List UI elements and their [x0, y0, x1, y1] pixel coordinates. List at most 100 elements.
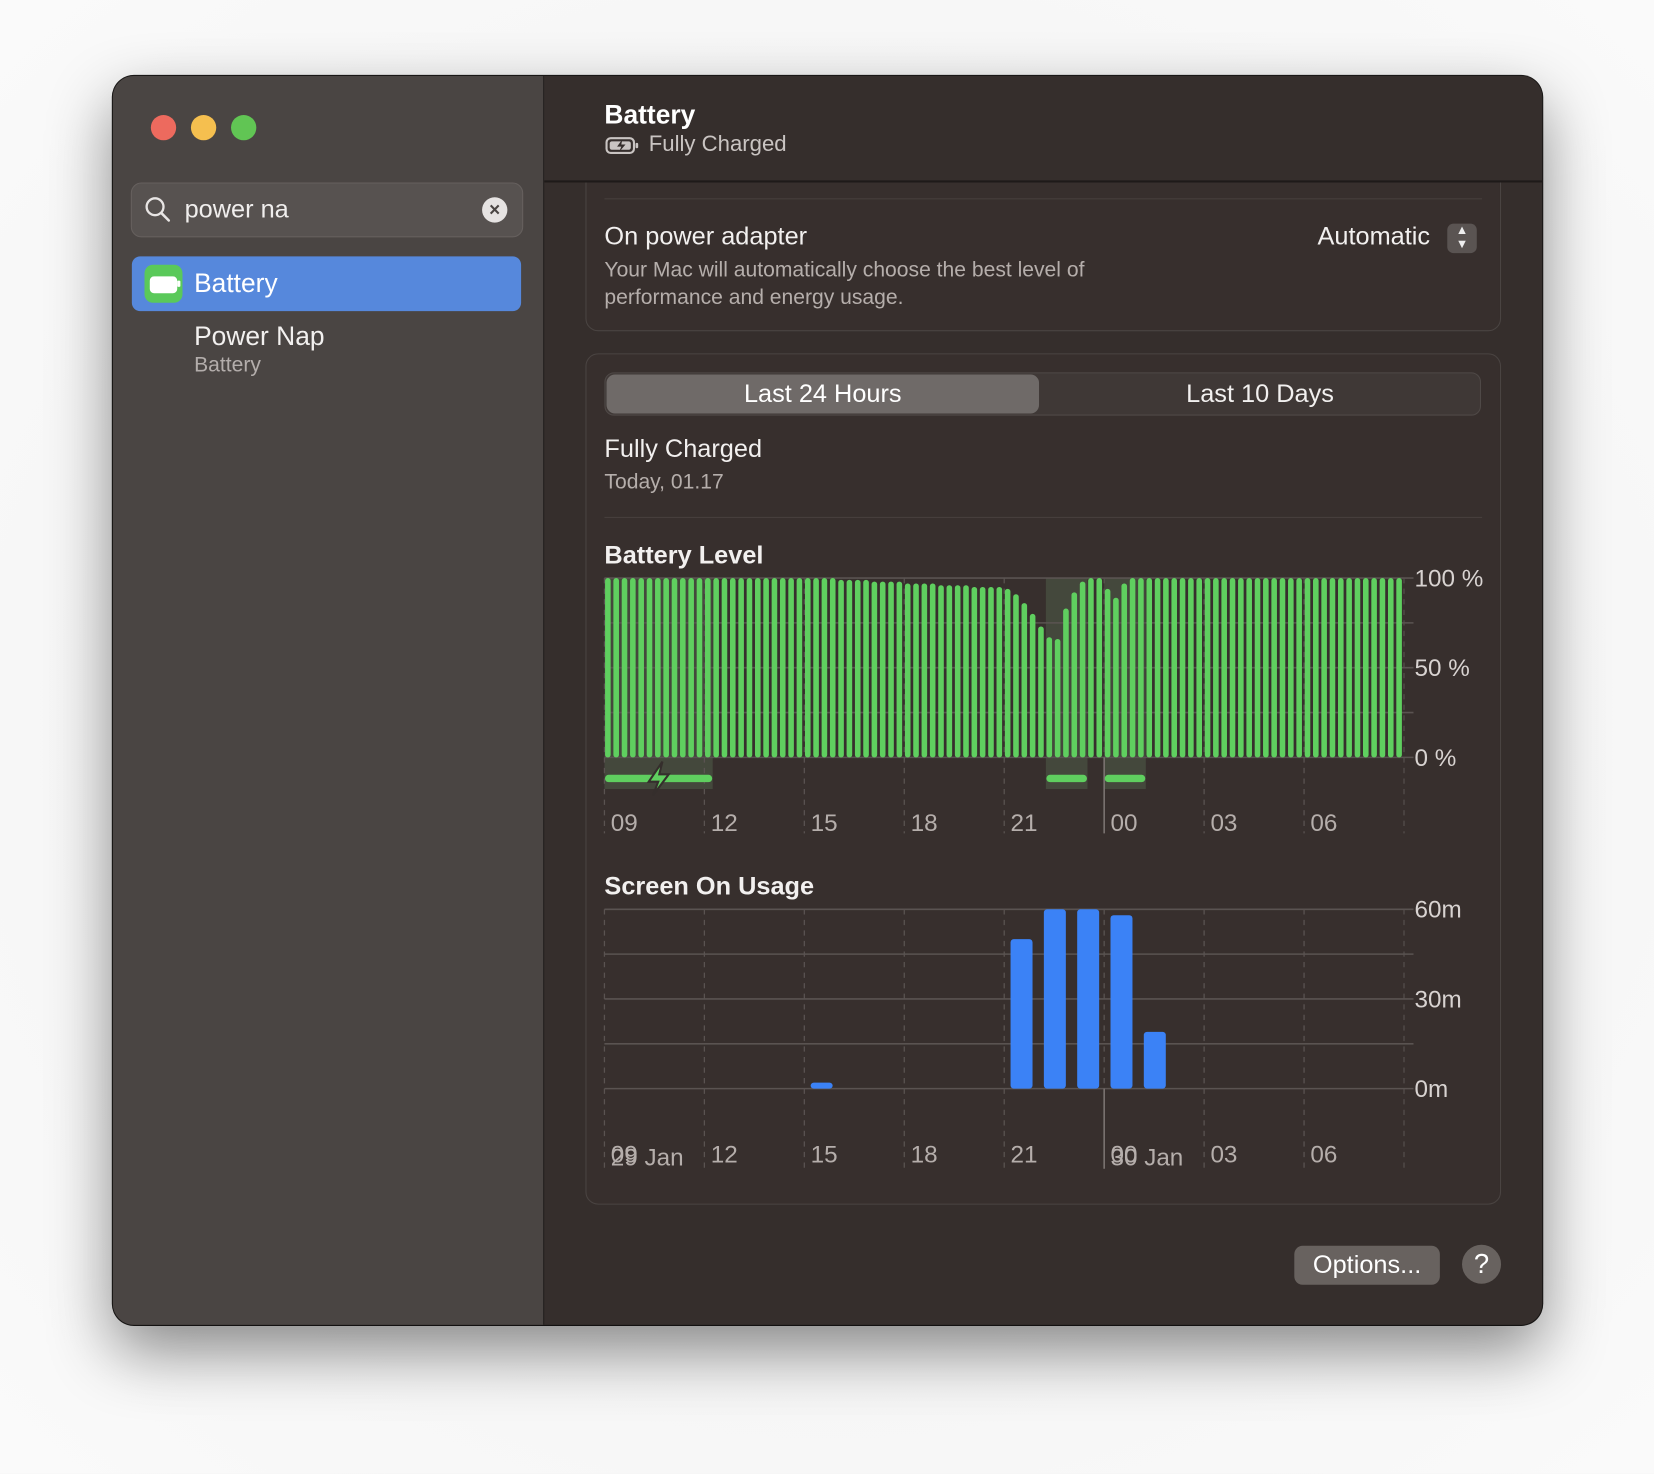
battery-bar [971, 587, 978, 758]
battery-bar [879, 581, 886, 758]
x-tick-label: 12 [711, 810, 738, 837]
screen-usage-bar [1143, 1031, 1166, 1089]
battery-bar [796, 578, 803, 758]
y-tick-label: 0 % [1415, 745, 1457, 772]
y-tick-label: 30m [1415, 986, 1462, 1013]
battery-bar [821, 578, 828, 758]
battery-bar [646, 578, 653, 758]
battery-bar [696, 578, 703, 758]
battery-bar [1046, 637, 1053, 758]
battery-bar [1221, 578, 1227, 758]
battery-bar [1346, 578, 1352, 758]
battery-bar [1154, 578, 1161, 758]
y-tick-label: 0m [1415, 1076, 1449, 1103]
battery-bar [688, 578, 694, 758]
desktop: power na × Battery Power Nap Battery Bat… [0, 0, 1654, 1474]
battery-bar [779, 578, 786, 758]
x-tick-label: 15 [811, 1141, 838, 1168]
battery-bar [1321, 578, 1327, 758]
screen-usage-bar [1110, 915, 1133, 1089]
battery-bar [946, 585, 953, 758]
battery-bar [1146, 578, 1153, 758]
battery-bar [771, 578, 778, 758]
battery-bar [788, 578, 794, 758]
battery-bar [680, 578, 686, 758]
battery-bar [871, 581, 878, 758]
battery-bar [1063, 608, 1069, 758]
x-tick-label: 12 [711, 1141, 738, 1168]
battery-bar [729, 578, 736, 758]
battery-bar [1163, 578, 1169, 758]
battery-bar [1038, 626, 1044, 758]
battery-bar [1138, 578, 1144, 758]
screen-usage-bar [810, 1082, 833, 1089]
battery-bar [1338, 578, 1344, 758]
battery-bar [963, 585, 969, 758]
header: Battery Fully Charged [544, 75, 1543, 183]
battery-bar [1121, 583, 1128, 758]
date-label: 29 Jan [611, 1145, 684, 1172]
screen-usage-bar [1043, 909, 1066, 1089]
page-subtitle: Fully Charged [648, 131, 787, 157]
battery-charging-icon [605, 137, 639, 155]
battery-bar [630, 578, 636, 758]
battery-bar [1113, 597, 1119, 758]
battery-bar [613, 578, 619, 758]
battery-bar [1387, 578, 1394, 758]
battery-bar [1104, 588, 1111, 758]
x-tick-label: 03 [1210, 1141, 1237, 1168]
battery-bar [1129, 578, 1136, 758]
battery-bar [1313, 578, 1319, 758]
x-tick-label: 03 [1210, 810, 1237, 837]
battery-bar [1288, 578, 1294, 758]
battery-bar [1004, 588, 1011, 758]
battery-bar [1071, 592, 1078, 758]
battery-bar [1204, 578, 1211, 758]
battery-bar [1371, 578, 1377, 758]
x-tick-label: 06 [1310, 1141, 1337, 1168]
battery-bar [1271, 578, 1277, 758]
battery-bar [754, 578, 761, 758]
x-tick-label: 00 [1110, 810, 1137, 837]
battery-bar [863, 579, 869, 758]
battery-bar [1188, 578, 1194, 758]
x-tick-label: 06 [1310, 810, 1337, 837]
x-tick-label: 15 [811, 810, 838, 837]
battery-bar [888, 581, 894, 758]
battery-bar [621, 578, 628, 758]
battery-bar [1054, 639, 1061, 758]
battery-bar [1021, 603, 1028, 758]
battery-bar [804, 578, 811, 758]
battery-bar [838, 579, 844, 758]
battery-bar [1329, 578, 1336, 758]
battery-bar [846, 579, 853, 758]
battery-bar [1254, 578, 1261, 758]
x-tick-label: 18 [911, 1141, 938, 1168]
battery-bar [896, 581, 903, 758]
battery-bar [1238, 578, 1244, 758]
battery-bar [746, 578, 753, 758]
battery-bar [663, 578, 669, 758]
battery-bar [904, 583, 911, 758]
battery-bar [854, 579, 861, 758]
battery-bar [738, 578, 744, 758]
battery-bar [1013, 594, 1019, 758]
y-tick-label: 60m [1415, 897, 1462, 924]
battery-bar [1263, 578, 1269, 758]
screen-usage-bar [1010, 939, 1033, 1089]
battery-bar [1246, 578, 1252, 758]
battery-bar [705, 578, 711, 758]
battery-bar [829, 578, 836, 758]
battery-bar [1279, 578, 1286, 758]
battery-bar [929, 583, 936, 758]
battery-bar [1171, 578, 1178, 758]
battery-bar [1379, 578, 1386, 758]
battery-bar [954, 585, 961, 758]
page-title: Battery [604, 100, 696, 130]
y-tick-label: 100 % [1415, 565, 1484, 592]
battery-bar [1196, 578, 1203, 758]
battery-bar [921, 583, 928, 758]
battery-bar [1029, 613, 1036, 758]
x-tick-label: 21 [1011, 810, 1038, 837]
battery-bar [763, 578, 769, 758]
